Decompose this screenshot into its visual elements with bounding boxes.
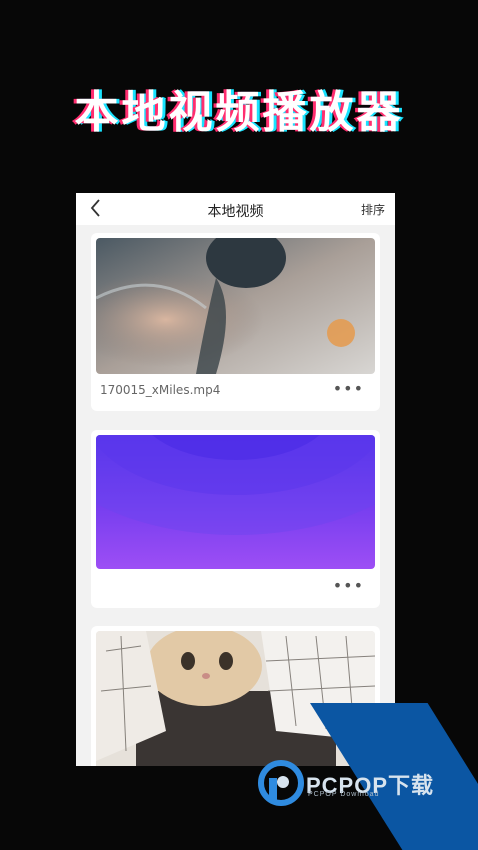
watermark-subtitle: PCPOP Download	[308, 791, 380, 798]
more-options-icon[interactable]: •••	[333, 379, 364, 398]
video-filename: 170015_xMiles.mp4	[100, 383, 221, 397]
pcpop-logo-icon	[258, 760, 304, 806]
video-card[interactable]: •••	[91, 430, 380, 608]
hero-title: 本地视频播放器	[74, 87, 404, 138]
sort-button[interactable]: 排序	[361, 201, 385, 218]
top-bar: 本地视频 排序	[76, 193, 395, 225]
more-options-icon[interactable]: •••	[333, 576, 364, 595]
video-thumbnail[interactable]	[96, 435, 375, 569]
phone-screen: 本地视频 排序 170015_xMiles.mp4 ••• •••	[76, 193, 395, 766]
page-title: 本地视频	[207, 204, 264, 220]
video-card[interactable]: 170015_xMiles.mp4 •••	[91, 233, 380, 411]
video-thumbnail[interactable]	[96, 631, 375, 766]
video-thumbnail[interactable]	[96, 238, 375, 374]
